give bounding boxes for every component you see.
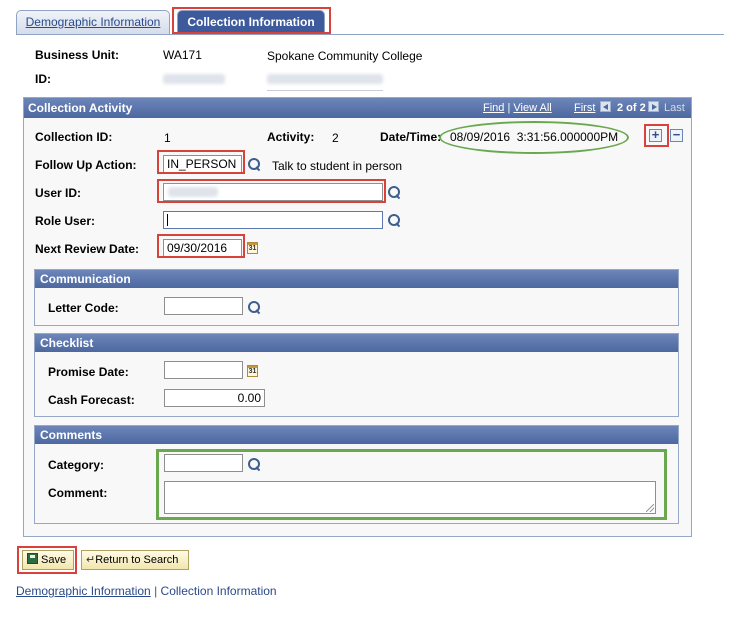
first-link[interactable]: First — [574, 102, 595, 114]
user-id-label: User ID: — [35, 186, 82, 200]
tab-underline — [16, 34, 724, 35]
save-button[interactable]: Save — [22, 550, 74, 570]
follow-up-description: Talk to student in person — [272, 159, 403, 173]
follow-up-lookup-icon[interactable] — [248, 158, 261, 171]
business-unit-code: WA171 — [163, 48, 202, 62]
text-cursor — [167, 214, 168, 226]
collection-id-label: Collection ID: — [35, 130, 113, 144]
next-review-label: Next Review Date: — [35, 242, 140, 256]
checklist-header: Checklist — [35, 334, 678, 352]
row-position: 2 of 2 — [617, 102, 646, 114]
footer-demographic-link[interactable]: Demographic Information — [16, 584, 151, 598]
redacted-id — [163, 74, 225, 84]
redacted-name — [267, 74, 383, 84]
communication-group: Communication — [34, 269, 679, 326]
view-all-link[interactable]: View All — [513, 102, 551, 114]
role-user-label: Role User: — [35, 214, 96, 228]
name-underline — [267, 90, 383, 91]
save-label: Save — [41, 554, 67, 566]
nav-separator: | — [507, 102, 511, 114]
promise-date-label: Promise Date: — [48, 365, 129, 379]
tab-collection-information[interactable]: Collection Information — [177, 10, 325, 35]
delete-row-button[interactable]: − — [670, 128, 683, 142]
footer-links: Demographic Information | Collection Inf… — [16, 584, 277, 598]
comments-header: Comments — [35, 426, 678, 444]
next-arrow-icon[interactable] — [648, 101, 659, 112]
comment-textarea[interactable] — [164, 481, 656, 514]
activity-label: Activity: — [267, 130, 315, 144]
datetime-value: 08/09/2016 3:31:56.000000PM — [450, 130, 619, 144]
nav-first: First — [574, 97, 595, 117]
letter-code-label: Letter Code: — [48, 301, 119, 315]
tab-collection-label: Collection Information — [187, 15, 315, 29]
resize-grip-icon[interactable] — [646, 504, 654, 512]
role-user-lookup-icon[interactable] — [388, 214, 401, 227]
return-arrow-icon: ↵ — [86, 554, 96, 566]
tab-demographic-information[interactable]: Demographic Information — [16, 10, 170, 35]
add-row-button[interactable]: + — [649, 128, 662, 142]
user-id-lookup-icon[interactable] — [388, 186, 401, 199]
find-link[interactable]: Find — [483, 102, 504, 114]
nav-find-viewall: Find | View All — [483, 97, 552, 117]
next-review-input[interactable]: 09/30/2016 — [163, 239, 242, 257]
cash-forecast-label: Cash Forecast: — [48, 393, 135, 407]
datetime-label: Date/Time: — [380, 130, 442, 144]
category-input[interactable] — [164, 454, 243, 472]
collection-id-value: 1 — [164, 131, 171, 145]
promise-date-input[interactable] — [164, 361, 243, 379]
tab-demographic-label: Demographic Information — [25, 15, 161, 29]
return-to-search-label: Return to Search — [95, 554, 179, 566]
next-review-calendar-icon[interactable]: 31 — [247, 242, 258, 254]
follow-up-input[interactable]: IN_PERSON — [163, 155, 242, 173]
redacted-user-id — [168, 187, 218, 197]
business-unit-name: Spokane Community College — [267, 49, 423, 63]
id-label: ID: — [35, 72, 51, 86]
letter-code-input[interactable] — [164, 297, 243, 315]
activity-value: 2 — [332, 131, 339, 145]
promise-date-calendar-icon[interactable]: 31 — [247, 365, 258, 377]
cash-forecast-input[interactable]: 0.00 — [164, 389, 265, 407]
return-to-search-button[interactable]: ↵Return to Search — [81, 550, 189, 570]
previous-arrow-icon[interactable] — [600, 101, 611, 112]
role-user-input[interactable] — [163, 211, 383, 229]
letter-code-lookup-icon[interactable] — [248, 301, 261, 314]
category-label: Category: — [48, 458, 105, 472]
follow-up-label: Follow Up Action: — [35, 158, 137, 172]
footer-separator: | — [154, 584, 158, 598]
footer-collection-link[interactable]: Collection Information — [161, 584, 277, 598]
category-lookup-icon[interactable] — [248, 458, 261, 471]
business-unit-label: Business Unit: — [35, 48, 120, 62]
collection-activity-title: Collection Activity — [28, 101, 133, 115]
save-icon — [27, 553, 38, 564]
communication-header: Communication — [35, 270, 678, 288]
comment-label: Comment: — [48, 486, 108, 500]
last-label: Last — [664, 102, 685, 114]
